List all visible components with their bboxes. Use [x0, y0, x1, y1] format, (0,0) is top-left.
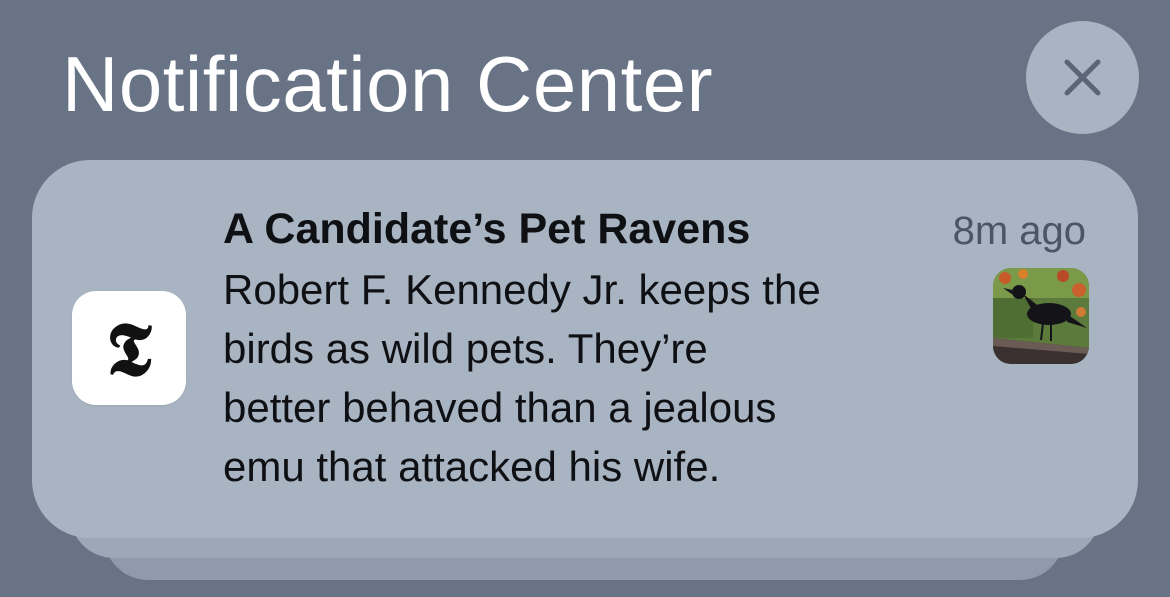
nyt-logo-glyph: 𝕿 [106, 307, 152, 393]
close-icon [1064, 59, 1101, 96]
body-line: birds as wild pets. They’re [223, 325, 708, 372]
notification-time: 8m ago [952, 209, 1086, 253]
close-button[interactable] [1026, 21, 1139, 134]
notification-body: Robert F. Kennedy Jr. keeps the birds as… [223, 260, 963, 496]
notification-title: A Candidate’s Pet Ravens [223, 205, 751, 253]
body-line: emu that attacked his wife. [223, 443, 721, 490]
app-icon: 𝕿 [72, 291, 186, 405]
page-title: Notification Center [62, 40, 714, 128]
notification-card[interactable]: 𝕿 A Candidate’s Pet Ravens 8m ago Robert… [32, 160, 1138, 538]
body-line: Robert F. Kennedy Jr. keeps the [223, 266, 821, 313]
raven-photo-thumbnail [993, 268, 1089, 364]
nyt-logo-icon: 𝕿 [106, 307, 152, 393]
body-line: better behaved than a jealous [223, 384, 777, 431]
